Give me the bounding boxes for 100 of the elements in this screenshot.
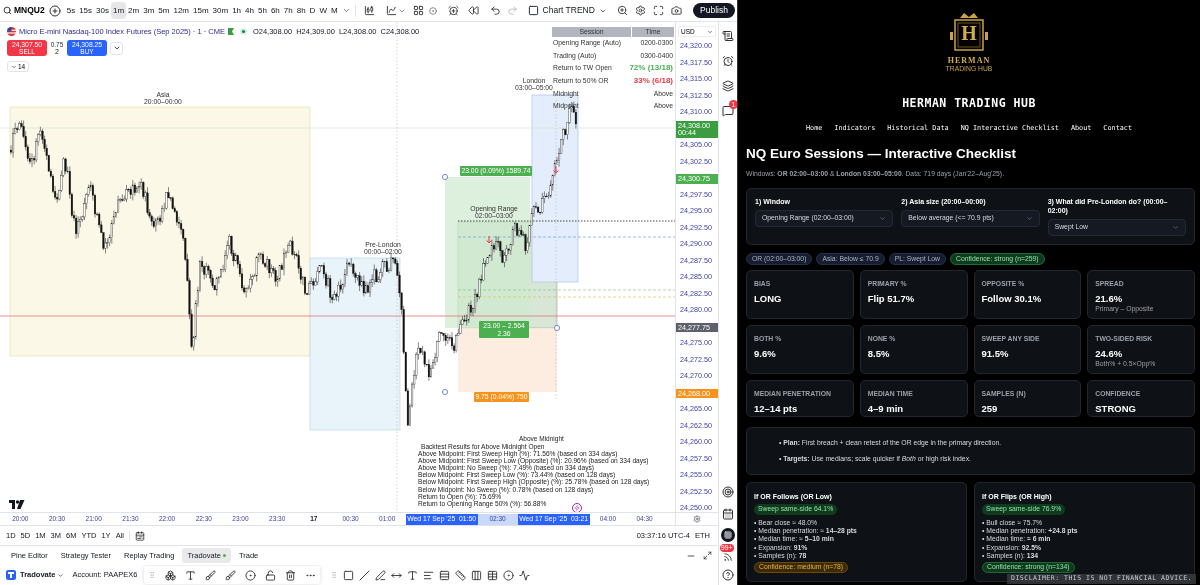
templates-icon[interactable]: [412, 5, 424, 16]
indicators-icon[interactable]: [385, 5, 397, 16]
alarm-plus-icon[interactable]: [447, 5, 459, 16]
interval-button[interactable]: 3m: [141, 2, 157, 19]
stat-value: 4–9 min: [867, 402, 905, 414]
candlestick-icon[interactable]: [363, 5, 375, 16]
settings-icon[interactable]: [693, 515, 701, 523]
interval-button[interactable]: 4h: [243, 2, 256, 19]
chevron-down-icon[interactable]: [341, 6, 351, 15]
site-title: HERMAN TRADING HUB: [902, 95, 1036, 112]
columns-icon[interactable]: [471, 569, 483, 581]
stat-value: 24.6%: [1095, 347, 1124, 359]
interval-button[interactable]: 15m: [191, 2, 211, 19]
table-cell: 72% (13/18): [629, 62, 673, 75]
maximize-icon[interactable]: [703, 551, 712, 560]
flag-icon: [7, 27, 16, 37]
stat-value: 9.6%: [754, 347, 777, 359]
pen-tool-icon[interactable]: [375, 569, 387, 581]
arrow-down-icon: [553, 165, 559, 174]
interval-button[interactable]: 7h: [281, 2, 295, 19]
feed-icon[interactable]: [723, 552, 733, 562]
drag-handle-icon[interactable]: [330, 571, 339, 579]
alarm-icon[interactable]: [722, 55, 734, 67]
circle-icon[interactable]: [428, 6, 437, 15]
stat-value: LONG: [754, 292, 783, 304]
chat-icon[interactable]: [722, 105, 734, 117]
status-icon: [227, 28, 234, 36]
ruler-icon[interactable]: [455, 569, 467, 581]
chevron-down-icon: [879, 214, 887, 222]
interval-button[interactable]: 5s: [64, 2, 78, 19]
trash-icon[interactable]: [285, 569, 297, 581]
quick-search-icon[interactable]: [616, 5, 628, 16]
search-icon: [3, 6, 12, 15]
chevron-down-icon: [10, 63, 17, 70]
line-tool-icon[interactable]: [359, 569, 371, 581]
broker-logo-icon: [6, 570, 16, 580]
unlock-icon[interactable]: [265, 569, 277, 581]
chevron-down-icon: [707, 28, 713, 35]
anchor-handle[interactable]: [442, 174, 448, 180]
interval-button[interactable]: 15s: [77, 2, 95, 19]
chevron-down-icon: [57, 571, 65, 579]
channel-tool-icon[interactable]: [439, 569, 451, 581]
object-tree-icon[interactable]: [165, 569, 177, 581]
arrow-down-icon: [486, 235, 492, 244]
interval-button[interactable]: M: [328, 2, 340, 19]
stat-value: 21.6%: [1095, 292, 1124, 304]
stat-value: 8.5%: [867, 347, 891, 359]
grid-icon: [724, 531, 732, 539]
wave-tool-icon[interactable]: [519, 569, 531, 581]
chevron-down-icon: [1172, 223, 1179, 231]
stat-value: STRONG: [1095, 402, 1137, 414]
brush-icon[interactable]: [205, 569, 217, 581]
interval-button[interactable]: 8h: [294, 2, 308, 19]
add-symbol-icon[interactable]: [48, 4, 61, 17]
lightning-icon: [574, 505, 580, 511]
circle-tool-icon[interactable]: [503, 569, 515, 581]
stat-value: 259: [981, 402, 999, 414]
interval-button[interactable]: D: [307, 2, 318, 19]
brush-icon[interactable]: [225, 569, 237, 581]
drag-handle-icon[interactable]: [148, 571, 157, 579]
interval-button[interactable]: 5h: [255, 2, 269, 19]
settings-icon[interactable]: [634, 5, 646, 16]
anchor-handle[interactable]: [554, 325, 560, 331]
watchlist-icon[interactable]: [722, 30, 734, 42]
target-icon[interactable]: [722, 486, 734, 498]
logo-letter: H: [961, 23, 977, 43]
status-dot-icon: [239, 28, 247, 36]
interval-button[interactable]: 6h: [268, 2, 282, 19]
interval-button[interactable]: 2m: [126, 2, 142, 19]
stat-value: Flip 51.7%: [867, 292, 916, 304]
fullscreen-icon[interactable]: [652, 5, 664, 16]
stat-value: Follow 30.1%: [981, 292, 1043, 304]
rectangle-tool-icon[interactable]: [343, 569, 355, 581]
help-icon[interactable]: [722, 569, 734, 581]
text-icon[interactable]: [185, 569, 197, 581]
fib-tool-icon[interactable]: [423, 569, 435, 581]
interval-button[interactable]: 12m: [171, 2, 192, 19]
camera-icon[interactable]: [670, 5, 682, 16]
interval-button[interactable]: W: [317, 2, 329, 19]
target-icon[interactable]: [245, 569, 257, 581]
text-icon[interactable]: [407, 569, 419, 581]
publish-button[interactable]: Publish: [693, 3, 735, 18]
interval-button[interactable]: 1h: [230, 2, 244, 19]
interval-button[interactable]: 30s: [94, 2, 111, 19]
layers-icon[interactable]: [722, 80, 734, 92]
page-heading: NQ Euro Sessions — Interactive Checklist: [746, 146, 1018, 163]
interval-button[interactable]: 1m: [110, 2, 127, 19]
calendar-icon[interactable]: [722, 508, 734, 520]
interval-button[interactable]: 30m: [210, 2, 231, 19]
interval-button[interactable]: 5m: [156, 2, 172, 19]
stat-value: 12–14 pts: [754, 402, 799, 414]
date-range-icon[interactable]: [135, 530, 145, 541]
layout-selector[interactable]: Chart TREND: [524, 2, 610, 19]
table-icon[interactable]: [487, 569, 499, 581]
undo-icon[interactable]: [489, 5, 501, 16]
anchor-handle[interactable]: [442, 389, 448, 395]
apps-button[interactable]: [721, 528, 735, 542]
replay-icon[interactable]: [467, 5, 479, 16]
chevron-down-icon: [1025, 214, 1033, 222]
symbol-search[interactable]: MNQU2: [3, 2, 45, 19]
